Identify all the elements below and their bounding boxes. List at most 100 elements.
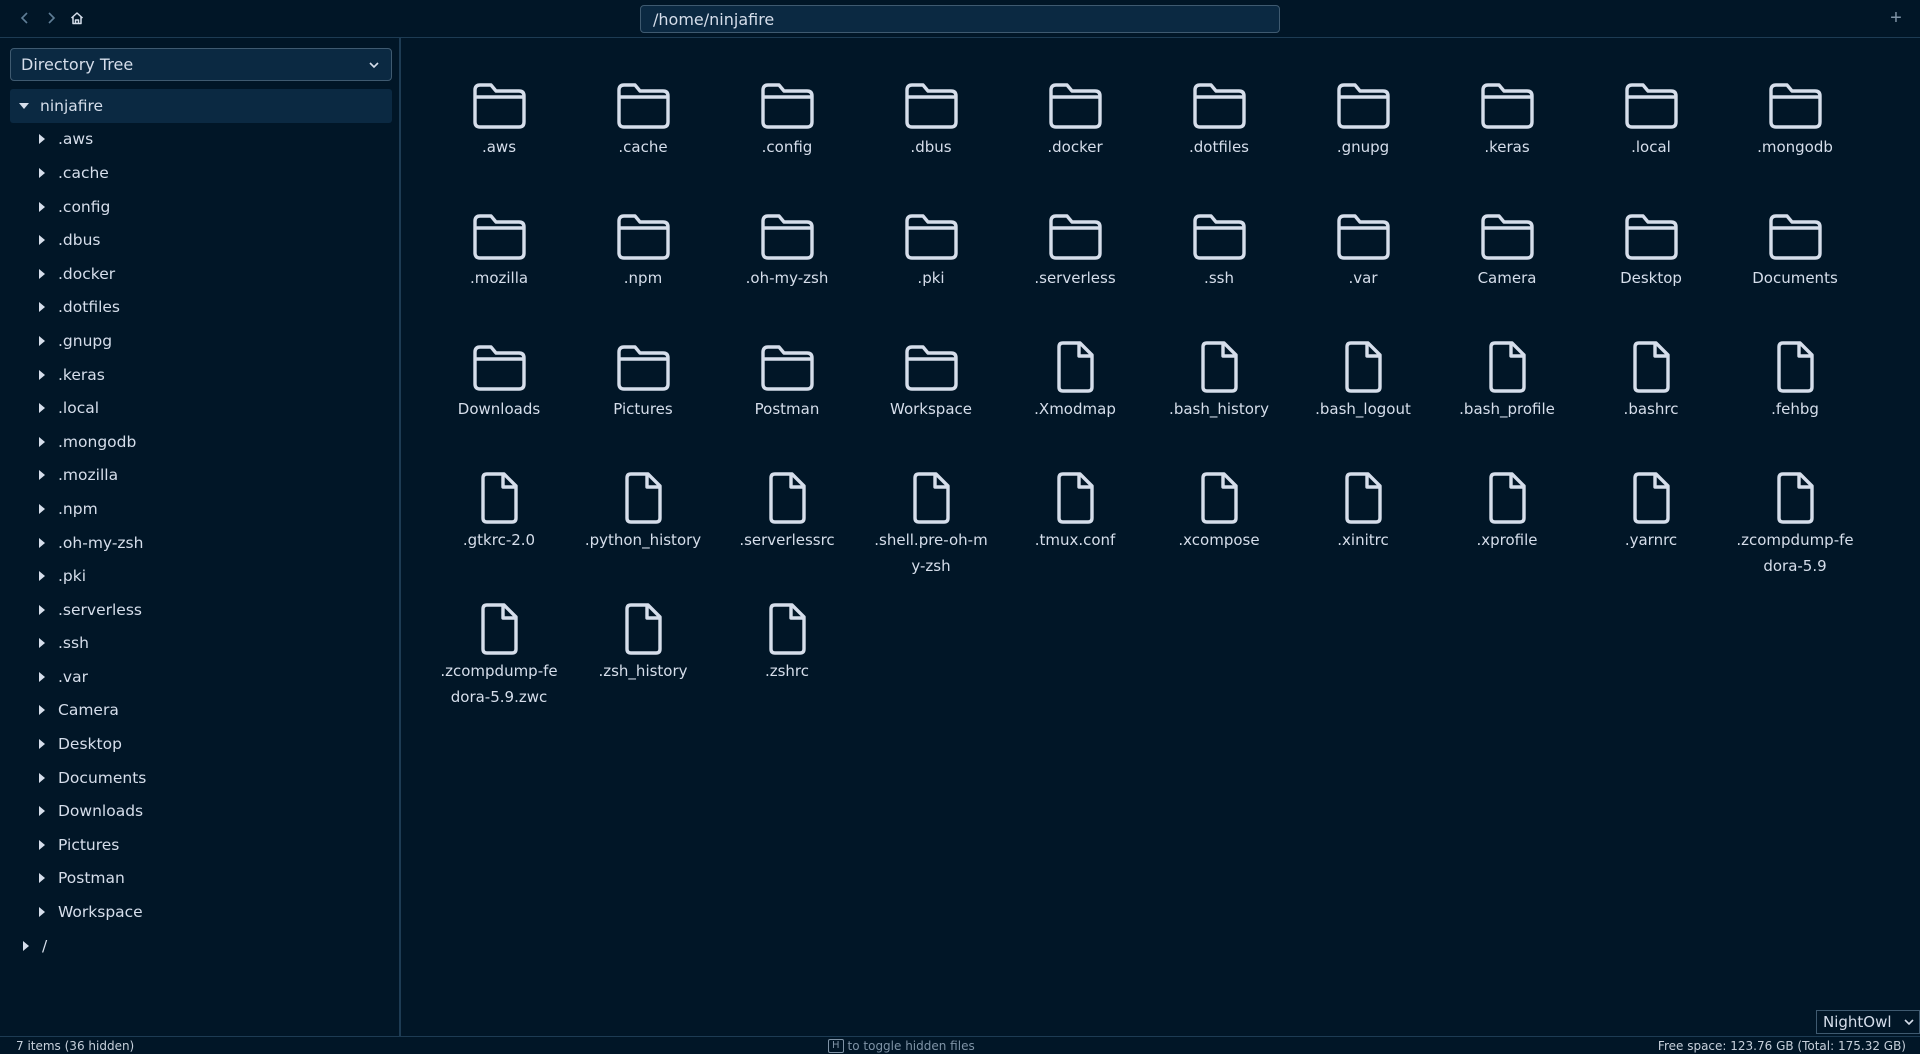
tree-item-root[interactable]: ninjafire xyxy=(10,89,392,123)
caret-right-icon xyxy=(39,201,45,212)
folder-item[interactable]: .cache xyxy=(571,72,715,203)
file-item[interactable]: .zcompdump-fedora-5.9.zwc xyxy=(427,596,571,727)
tree-item[interactable]: Camera xyxy=(10,694,392,728)
tree-item[interactable]: .ssh xyxy=(10,627,392,661)
item-label: .xprofile xyxy=(1476,531,1538,549)
folder-item[interactable]: .ssh xyxy=(1147,203,1291,334)
folder-item[interactable]: Downloads xyxy=(427,334,571,465)
file-item[interactable]: .xinitrc xyxy=(1291,465,1435,596)
file-icon xyxy=(481,603,518,655)
folder-item[interactable]: Pictures xyxy=(571,334,715,465)
tree-item[interactable]: .var xyxy=(10,660,392,694)
caret-right-icon xyxy=(39,806,45,817)
caret-right-icon xyxy=(39,873,45,884)
file-item[interactable]: .yarnrc xyxy=(1579,465,1723,596)
folder-item[interactable]: .mongodb xyxy=(1723,72,1867,203)
tree-item[interactable]: Workspace xyxy=(10,895,392,929)
forward-button[interactable] xyxy=(40,7,62,29)
file-item[interactable]: .zsh_history xyxy=(571,596,715,727)
folder-item[interactable]: Postman xyxy=(715,334,859,465)
item-label: Postman xyxy=(754,400,820,418)
file-item[interactable]: .bash_history xyxy=(1147,334,1291,465)
tree-item[interactable]: Documents xyxy=(10,761,392,795)
tree-item[interactable]: .docker xyxy=(10,257,392,291)
tree-item[interactable]: Downloads xyxy=(10,794,392,828)
file-item[interactable]: .tmux.conf xyxy=(1003,465,1147,596)
folder-item[interactable]: Desktop xyxy=(1579,203,1723,334)
folder-icon xyxy=(1625,214,1678,260)
folder-item[interactable]: .npm xyxy=(571,203,715,334)
tree-item[interactable]: .npm xyxy=(10,492,392,526)
folder-item[interactable]: .dbus xyxy=(859,72,1003,203)
file-item[interactable]: .bash_profile xyxy=(1435,334,1579,465)
file-item[interactable]: .python_history xyxy=(571,465,715,596)
sidebar-mode-select[interactable]: Directory Tree xyxy=(10,48,392,81)
caret-right-icon xyxy=(39,537,45,548)
tree-item[interactable]: .cache xyxy=(10,156,392,190)
tree-item[interactable]: .keras xyxy=(10,358,392,392)
theme-select[interactable]: NightOwl xyxy=(1816,1010,1920,1034)
folder-item[interactable]: Workspace xyxy=(859,334,1003,465)
folder-item[interactable]: .gnupg xyxy=(1291,72,1435,203)
folder-item[interactable]: .serverless xyxy=(1003,203,1147,334)
file-item[interactable]: .bashrc xyxy=(1579,334,1723,465)
folder-icon xyxy=(1337,214,1390,260)
tree-item[interactable]: .serverless xyxy=(10,593,392,627)
tree-item-label: .cache xyxy=(58,163,109,182)
back-button[interactable] xyxy=(14,7,36,29)
tree-item[interactable]: .mongodb xyxy=(10,425,392,459)
file-item[interactable]: .bash_logout xyxy=(1291,334,1435,465)
tree-item[interactable]: .oh-my-zsh xyxy=(10,526,392,560)
tree-item[interactable]: .aws xyxy=(10,123,392,157)
file-item[interactable]: .shell.pre-oh-my-zsh xyxy=(859,465,1003,596)
folder-item[interactable]: .aws xyxy=(427,72,571,203)
file-icon xyxy=(913,472,950,524)
tree-item[interactable]: .config xyxy=(10,190,392,224)
new-tab-button[interactable]: + xyxy=(1884,6,1908,30)
item-label: .dotfiles xyxy=(1188,138,1249,156)
folder-item[interactable]: .docker xyxy=(1003,72,1147,203)
file-item[interactable]: .zshrc xyxy=(715,596,859,727)
caret-right-icon xyxy=(39,403,45,414)
tree-item[interactable]: .gnupg xyxy=(10,324,392,358)
folder-item[interactable]: .local xyxy=(1579,72,1723,203)
home-button[interactable] xyxy=(66,7,88,29)
folder-item[interactable]: Camera xyxy=(1435,203,1579,334)
path-input[interactable] xyxy=(640,5,1280,33)
folder-item[interactable]: Documents xyxy=(1723,203,1867,334)
item-label: .cache xyxy=(618,138,668,156)
hidden-files-hint: H to toggle hidden files xyxy=(828,1039,975,1053)
item-label: .xcompose xyxy=(1178,531,1260,549)
file-item[interactable]: .gtkrc-2.0 xyxy=(427,465,571,596)
folder-item[interactable]: .mozilla xyxy=(427,203,571,334)
tree-item[interactable]: .dbus xyxy=(10,223,392,257)
tree-item[interactable]: .dotfiles xyxy=(10,291,392,325)
tree-item[interactable]: .mozilla xyxy=(10,459,392,493)
file-item[interactable]: .zcompdump-fedora-5.9 xyxy=(1723,465,1867,596)
file-icon xyxy=(1489,472,1526,524)
file-icon xyxy=(625,472,662,524)
file-item[interactable]: .Xmodmap xyxy=(1003,334,1147,465)
folder-item[interactable]: .dotfiles xyxy=(1147,72,1291,203)
folder-item[interactable]: .pki xyxy=(859,203,1003,334)
folder-icon xyxy=(761,214,814,260)
tree-item[interactable]: Pictures xyxy=(10,828,392,862)
tree-item[interactable]: Postman xyxy=(10,862,392,896)
item-label: .shell.pre-oh-my-zsh xyxy=(874,531,988,575)
folder-icon xyxy=(1049,83,1102,129)
caret-right-icon xyxy=(39,503,45,514)
item-label: .gtkrc-2.0 xyxy=(462,531,536,549)
tree-item[interactable]: Desktop xyxy=(10,727,392,761)
file-item[interactable]: .xcompose xyxy=(1147,465,1291,596)
file-item[interactable]: .serverlessrc xyxy=(715,465,859,596)
item-label: .xinitrc xyxy=(1337,531,1389,549)
folder-item[interactable]: .oh-my-zsh xyxy=(715,203,859,334)
folder-item[interactable]: .keras xyxy=(1435,72,1579,203)
tree-item[interactable]: .pki xyxy=(10,559,392,593)
folder-item[interactable]: .config xyxy=(715,72,859,203)
file-item[interactable]: .xprofile xyxy=(1435,465,1579,596)
file-item[interactable]: .fehbg xyxy=(1723,334,1867,465)
tree-item-filesystem-root[interactable]: / xyxy=(10,929,392,963)
folder-item[interactable]: .var xyxy=(1291,203,1435,334)
tree-item[interactable]: .local xyxy=(10,391,392,425)
